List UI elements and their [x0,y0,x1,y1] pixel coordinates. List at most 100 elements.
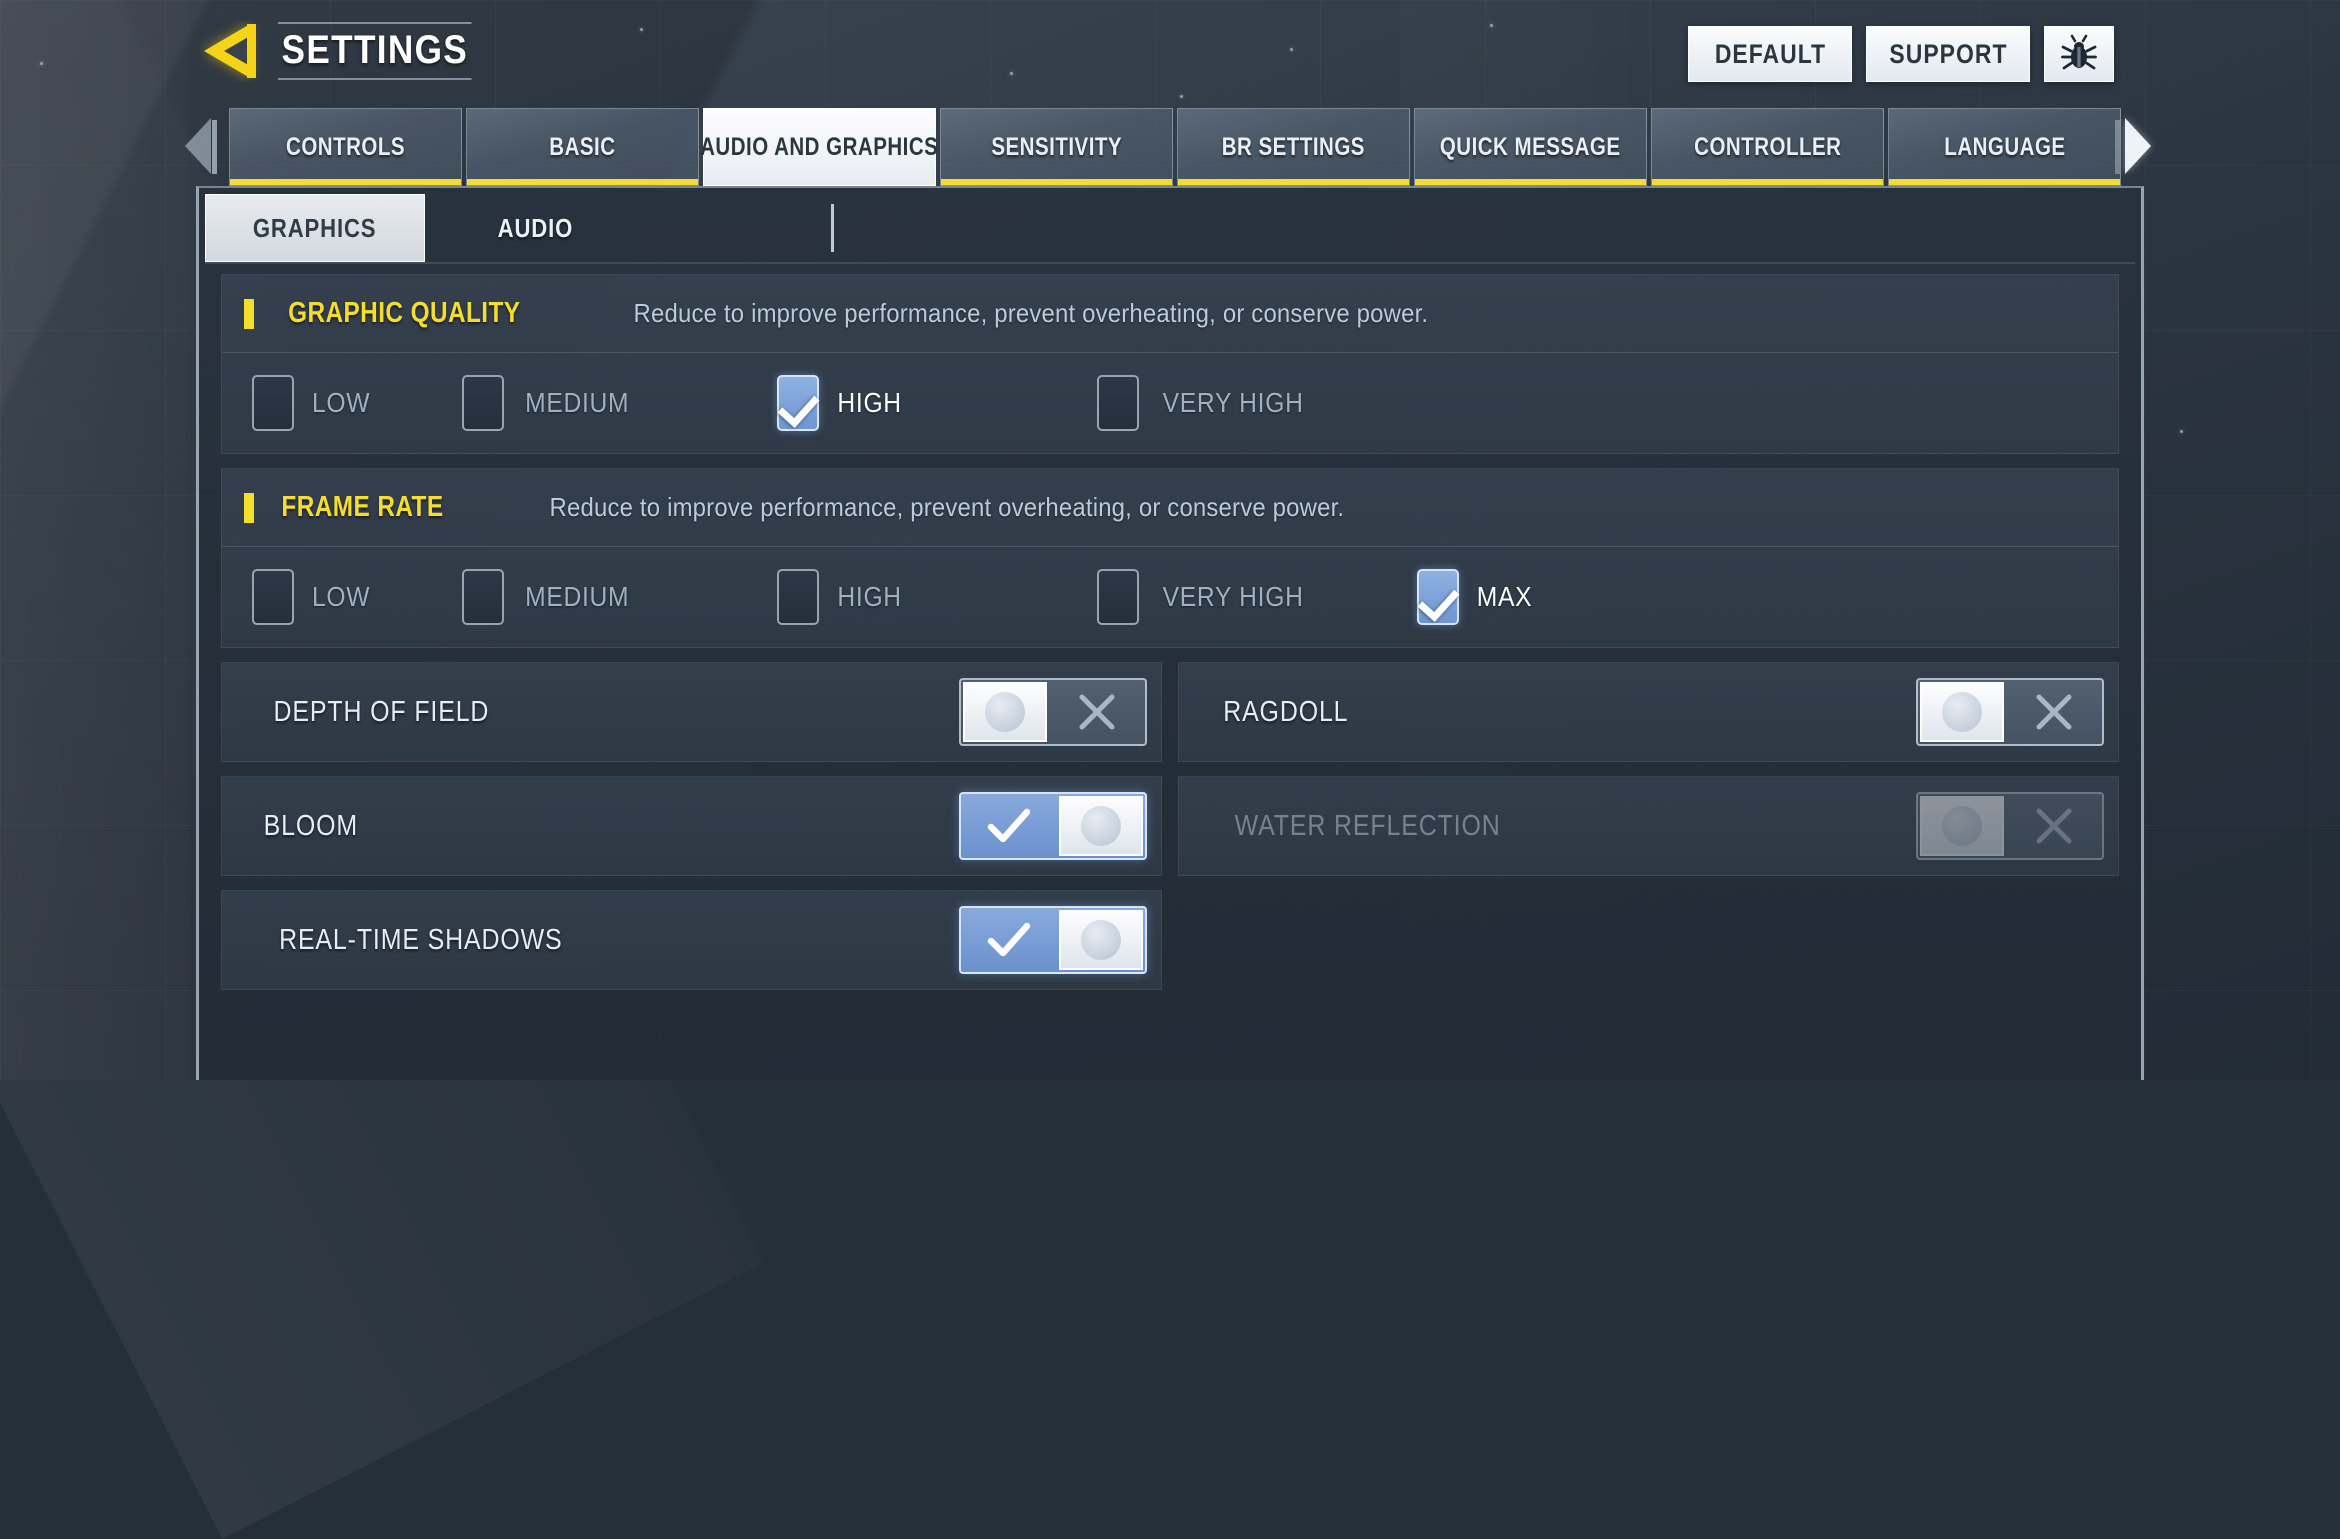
settings-content: GRAPHIC QUALITY Reduce to improve perfor… [221,274,2119,1080]
checkbox-unchecked-icon[interactable] [462,569,504,625]
option-label: LOW [308,387,374,419]
option-label: MAX [1473,581,1536,613]
option-frame-rate-medium[interactable]: MEDIUM [462,569,767,625]
option-label: LOW [308,581,374,613]
toggle-depth-of-field[interactable] [959,678,1147,746]
checkbox-unchecked-icon[interactable] [777,569,819,625]
option-label: VERY HIGH [1153,581,1313,613]
tab-strip: CONTROLS BASIC AUDIO AND GRAPHICS SENSIT… [185,108,2145,186]
checkbox-unchecked-icon[interactable] [252,569,294,625]
tab-basic[interactable]: BASIC [466,108,699,186]
back-arrow-icon[interactable] [200,20,262,82]
toggle-knob [1059,910,1143,970]
option-frame-rate-very-high[interactable]: VERY HIGH [1097,569,1407,625]
bug-report-button[interactable] [2044,26,2114,82]
option-label: VERY HIGH [1153,387,1313,419]
tab-list: CONTROLS BASIC AUDIO AND GRAPHICS SENSIT… [229,108,2121,186]
checkbox-unchecked-icon[interactable] [1097,569,1139,625]
tab-label: CONTROLLER [1694,133,1841,162]
support-button[interactable]: SUPPORT [1866,26,2030,82]
section-title: FRAME RATE [266,491,459,524]
option-label: HIGH [833,387,906,419]
toggle-knob [1920,682,2004,742]
option-graphic-quality-medium[interactable]: MEDIUM [462,375,767,431]
content-bottom-spacer [221,1004,2119,1014]
row-label: REAL-TIME SHADOWS [256,924,586,957]
toggle-column-right: RAGDOLL WATER REFLECTION [1178,662,2119,1004]
check-icon [963,908,1055,972]
checkbox-checked-icon[interactable] [1417,569,1459,625]
section-description: Reduce to improve performance, prevent o… [515,492,1379,523]
option-row: LOW MEDIUM HIGH VERY HIGH MAX [222,547,2118,647]
section-header: FRAME RATE Reduce to improve performance… [222,469,2118,547]
check-icon [963,794,1055,858]
default-button[interactable]: DEFAULT [1688,26,1852,82]
section-graphic-quality: GRAPHIC QUALITY Reduce to improve perfor… [221,274,2119,454]
row-label: RAGDOLL [1213,696,1359,729]
background-speck [2180,430,2183,433]
section-marker-icon [244,299,254,329]
support-button-label: SUPPORT [1889,39,2007,70]
checkbox-unchecked-icon[interactable] [252,375,294,431]
tab-br-settings[interactable]: BR SETTINGS [1177,108,1410,186]
divider [205,262,2135,264]
tab-scroll-left-bar [212,120,217,174]
tab-controls[interactable]: CONTROLS [229,108,462,186]
tab-label: LANGUAGE [1944,133,2065,162]
row-ragdoll[interactable]: RAGDOLL [1178,662,2119,762]
tab-label: CONTROLS [286,133,405,162]
row-label: DEPTH OF FIELD [256,696,507,729]
checkbox-unchecked-icon[interactable] [462,375,504,431]
sub-tab-list: GRAPHICS AUDIO [205,194,645,262]
tab-label: QUICK MESSAGE [1440,133,1621,162]
subtab-label: GRAPHICS [253,213,376,244]
section-header: GRAPHIC QUALITY Reduce to improve perfor… [222,275,2118,353]
default-button-label: DEFAULT [1714,39,1825,70]
option-label: MEDIUM [518,387,636,419]
row-water-reflection: WATER REFLECTION [1178,776,2119,876]
option-label: MEDIUM [518,581,636,613]
option-graphic-quality-very-high[interactable]: VERY HIGH [1097,375,1313,431]
section-marker-icon [244,493,254,523]
tab-label: BASIC [549,133,615,162]
row-real-time-shadows[interactable]: REAL-TIME SHADOWS [221,890,1162,990]
option-graphic-quality-high[interactable]: HIGH [777,375,1087,431]
cross-icon [2008,794,2100,858]
page-title: SETTINGS [278,22,472,80]
chevron-left-icon[interactable] [185,118,211,174]
checkbox-checked-icon[interactable] [777,375,819,431]
checkbox-unchecked-icon[interactable] [1097,375,1139,431]
option-row: LOW MEDIUM HIGH VERY HIGH [222,353,2118,453]
toggle-knob [1059,796,1143,856]
bug-icon [2059,34,2099,74]
option-frame-rate-low[interactable]: LOW [252,569,452,625]
tab-label: BR SETTINGS [1222,133,1365,162]
subtab-graphics[interactable]: GRAPHICS [205,194,425,262]
toggle-ragdoll[interactable] [1916,678,2104,746]
tab-sensitivity[interactable]: SENSITIVITY [940,108,1173,186]
tab-audio-and-graphics[interactable]: AUDIO AND GRAPHICS [703,108,936,186]
option-label: HIGH [833,581,906,613]
toggle-knob [1920,796,2004,856]
row-label: WATER REFLECTION [1213,810,1522,843]
tab-quick-message[interactable]: QUICK MESSAGE [1414,108,1647,186]
tab-language[interactable]: LANGUAGE [1888,108,2121,186]
row-bloom[interactable]: BLOOM [221,776,1162,876]
chevron-right-icon[interactable] [2125,118,2151,174]
toggle-bloom[interactable] [959,792,1147,860]
option-frame-rate-max[interactable]: MAX [1417,569,1536,625]
tab-label: AUDIO AND GRAPHICS [700,133,938,162]
option-graphic-quality-low[interactable]: LOW [252,375,452,431]
toggle-column-left: DEPTH OF FIELD BLOOM [221,662,1162,1004]
toggle-knob [963,682,1047,742]
settings-panel: GRAPHICS AUDIO GRAPHIC QUALITY Reduce to… [196,186,2144,1080]
tab-controller[interactable]: CONTROLLER [1651,108,1884,186]
subtab-audio[interactable]: AUDIO [425,194,645,262]
background-pillar [0,0,190,1080]
cross-icon [1051,680,1143,744]
cross-icon [2008,680,2100,744]
option-frame-rate-high[interactable]: HIGH [777,569,1087,625]
row-depth-of-field[interactable]: DEPTH OF FIELD [221,662,1162,762]
section-description: Reduce to improve performance, prevent o… [599,298,1463,329]
toggle-real-time-shadows[interactable] [959,906,1147,974]
